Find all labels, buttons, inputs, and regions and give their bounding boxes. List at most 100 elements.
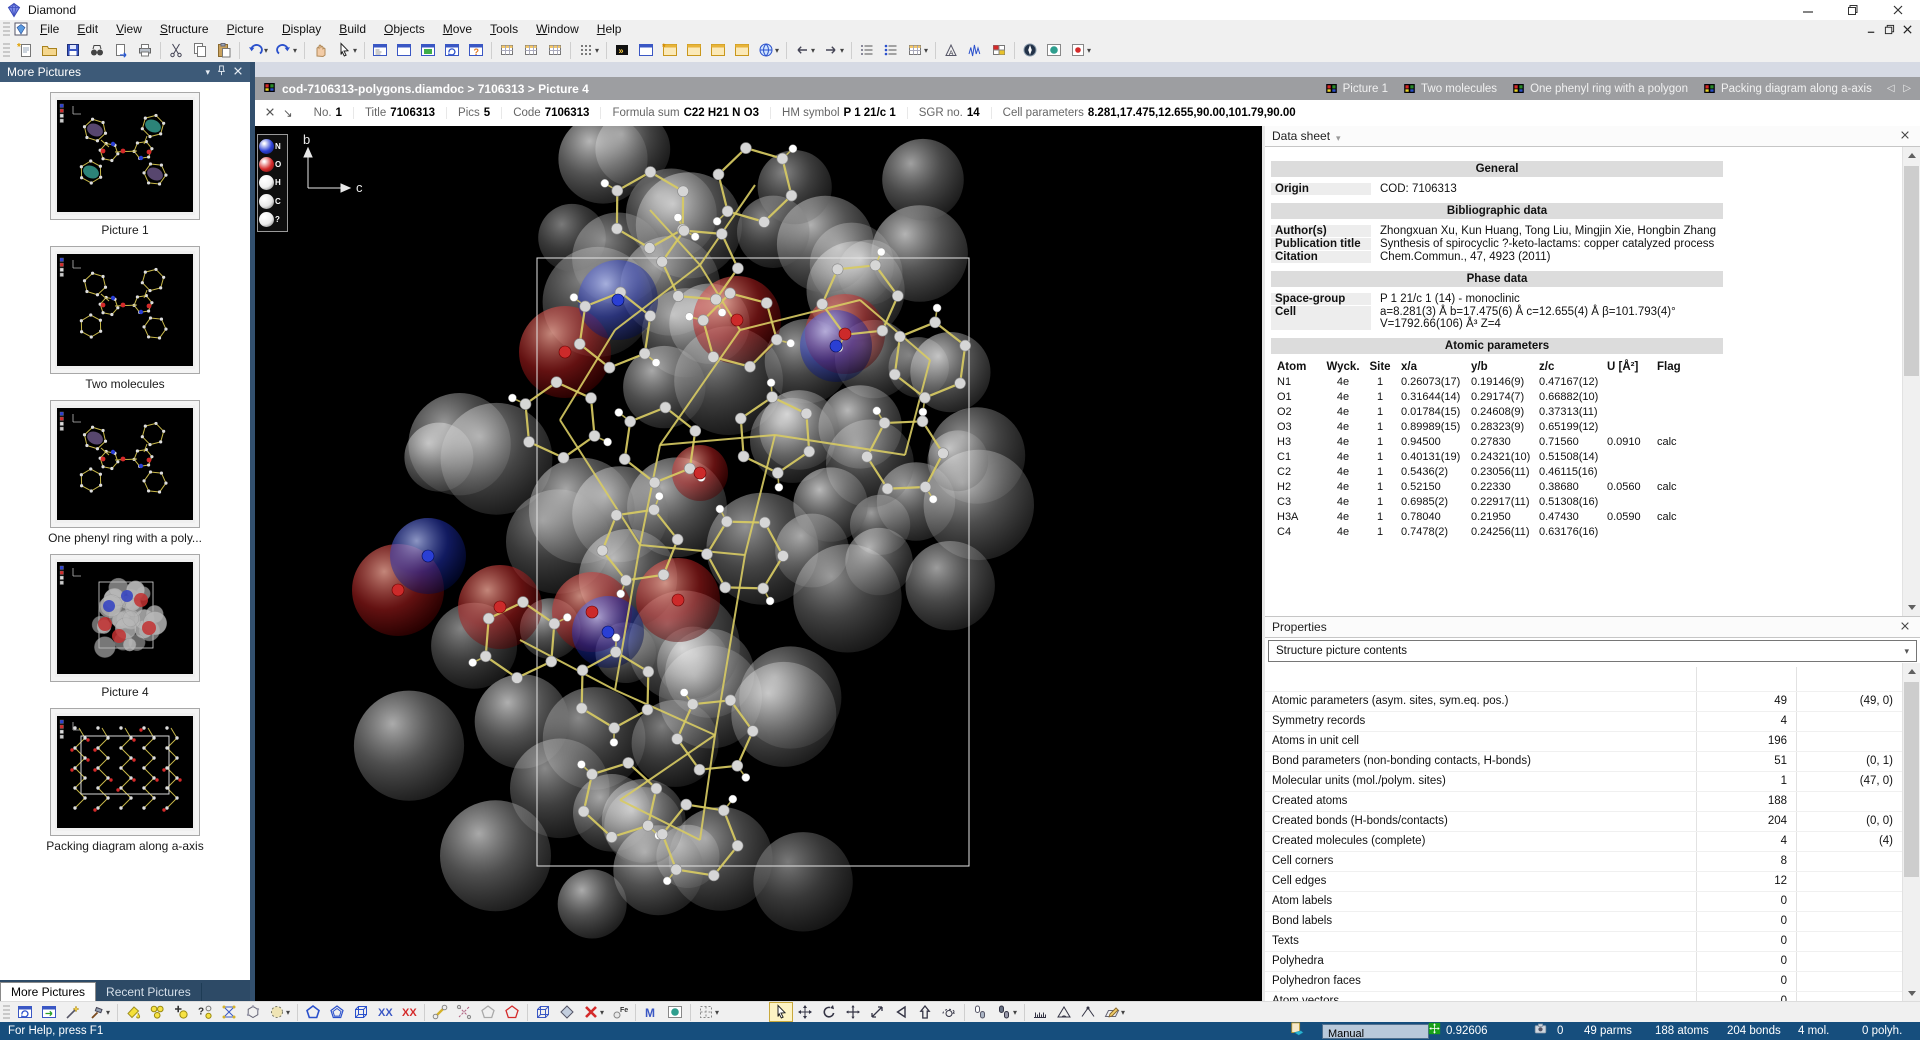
panel-close-icon[interactable]: [233, 65, 243, 79]
properties-close-icon[interactable]: [1897, 620, 1913, 634]
update-window-icon[interactable]: [440, 39, 464, 62]
picture-tab-4[interactable]: Packing diagram along a-axis: [1703, 82, 1872, 95]
unit-cell-icon[interactable]: [531, 1002, 555, 1022]
measure-dihedral-icon[interactable]: [1076, 1002, 1100, 1022]
mdi-minimize-button[interactable]: [1862, 21, 1880, 37]
picture-window-icon[interactable]: [416, 39, 440, 62]
tilt-left-icon[interactable]: [889, 1002, 913, 1022]
picture-tab-3[interactable]: One phenyl ring with a polygon: [1512, 82, 1688, 95]
restore-button[interactable]: [1830, 0, 1875, 20]
redo-icon-dropdown[interactable]: ▾: [293, 46, 301, 55]
open-icon[interactable]: [37, 39, 61, 62]
measure-distance-icon[interactable]: [1028, 1002, 1052, 1022]
angles-table-icon[interactable]: [543, 39, 567, 62]
menu-picture[interactable]: Picture: [218, 21, 273, 38]
colored-table-icon[interactable]: [987, 39, 1011, 62]
connect-atoms-icon[interactable]: [217, 1002, 241, 1022]
copy-icon[interactable]: [188, 39, 212, 62]
legend-O[interactable]: O: [259, 157, 286, 173]
close-datasheet-icon[interactable]: [265, 107, 275, 120]
navigate-forward-icon-dropdown[interactable]: ▾: [840, 46, 848, 55]
translate-mode-icon[interactable]: [841, 1002, 865, 1022]
molecules-icon[interactable]: [241, 1002, 265, 1022]
export-icon[interactable]: [109, 39, 133, 62]
tab-scroll-arrows[interactable]: ◁ ▷: [1887, 83, 1914, 94]
material-icon[interactable]: M: [639, 1002, 663, 1022]
help-window-icon[interactable]: ?: [464, 39, 488, 62]
data-sheet-scrollbar[interactable]: [1902, 147, 1920, 616]
drag-molecule-icon[interactable]: [968, 1002, 992, 1022]
list-view-icon[interactable]: [855, 39, 879, 62]
sidebar-tab-more-pictures[interactable]: More Pictures: [0, 982, 96, 1002]
create-bond-icon[interactable]: [428, 1002, 452, 1022]
mdi-restore-button[interactable]: [1880, 21, 1898, 37]
print-icon[interactable]: [133, 39, 157, 62]
sketch-plane-icon-dropdown[interactable]: ▾: [1121, 1008, 1129, 1017]
legend-N[interactable]: N: [259, 138, 286, 154]
picture-thumbnail-1[interactable]: Picture 1: [45, 92, 205, 237]
find-icon[interactable]: [85, 39, 109, 62]
copy-picture-icon[interactable]: [682, 39, 706, 62]
picture-thumbnail-2[interactable]: Two molecules: [45, 246, 205, 391]
ring-icon[interactable]: [476, 1002, 500, 1022]
polygon-filled-icon[interactable]: [325, 1002, 349, 1022]
sidebar-tab-recent-pictures[interactable]: Recent Pictures: [96, 983, 202, 1002]
drag-atom-icon-dropdown[interactable]: ▾: [1013, 1008, 1021, 1017]
remove-hbonds-icon[interactable]: XX: [397, 1002, 421, 1022]
rebuild-icon-dropdown[interactable]: ▾: [106, 1008, 114, 1017]
data-sheet-close-icon[interactable]: [1897, 129, 1913, 143]
expand-icon[interactable]: ↘: [283, 106, 293, 120]
navigation-window-icon[interactable]: [368, 39, 392, 62]
polygon-outline-icon[interactable]: [301, 1002, 325, 1022]
menu-help[interactable]: Help: [588, 21, 631, 38]
picture-tab-2[interactable]: Two molecules: [1403, 82, 1497, 95]
viewport-icon[interactable]: [1042, 39, 1066, 62]
panel-pin-icon[interactable]: [216, 65, 227, 79]
create-contact-icon[interactable]: [452, 1002, 476, 1022]
properties-scrollbar[interactable]: [1902, 663, 1920, 1002]
legend-C[interactable]: C: [259, 193, 286, 209]
menu-move[interactable]: Move: [434, 21, 481, 38]
menu-file[interactable]: File: [31, 21, 68, 38]
zoom-mode-icon[interactable]: [865, 1002, 889, 1022]
select-pointer-icon-dropdown[interactable]: ▾: [353, 46, 361, 55]
menu-window[interactable]: Window: [527, 21, 588, 38]
legend-H[interactable]: H: [259, 175, 286, 191]
polyhedron-icon[interactable]: [555, 1002, 579, 1022]
ring-red-icon[interactable]: [500, 1002, 524, 1022]
assistant-wand-icon[interactable]: [61, 1002, 85, 1022]
apply-scheme-icon[interactable]: [37, 1002, 61, 1022]
fill-color-icon[interactable]: [121, 1002, 145, 1022]
table-view-icon-dropdown[interactable]: ▾: [924, 46, 932, 55]
spin-icon[interactable]: [937, 1002, 961, 1022]
close-button[interactable]: [1875, 0, 1920, 20]
menu-display[interactable]: Display: [273, 21, 330, 38]
menu-objects[interactable]: Objects: [375, 21, 434, 38]
new-window-icon[interactable]: [392, 39, 416, 62]
add-all-atoms-icon[interactable]: [145, 1002, 169, 1022]
blank-picture-icon[interactable]: [634, 39, 658, 62]
picture-tab-1[interactable]: Picture 1: [1325, 82, 1388, 95]
duplicate-picture-icon[interactable]: [706, 39, 730, 62]
legend-unknown[interactable]: ?: [259, 212, 286, 228]
update-picture-icon[interactable]: [13, 1002, 37, 1022]
menu-tools[interactable]: Tools: [481, 21, 527, 38]
presentation-icon[interactable]: »: [610, 39, 634, 62]
grid-icon-dropdown[interactable]: ▾: [715, 1008, 723, 1017]
active-document-tab[interactable]: cod-7106313-polygons.diamdoc > 7106313 >…: [255, 81, 599, 97]
select-mode-icon[interactable]: [769, 1002, 793, 1022]
save-icon[interactable]: [61, 39, 85, 62]
coordination-sphere-icon-dropdown[interactable]: ▾: [286, 1008, 294, 1017]
tracking-icon-dropdown[interactable]: ▾: [1087, 46, 1095, 55]
undo-icon-dropdown[interactable]: ▾: [264, 46, 272, 55]
status-mode-field[interactable]: Manual: [1322, 1024, 1429, 1039]
distances-table-icon[interactable]: [519, 39, 543, 62]
complete-fragments-icon[interactable]: ?: [193, 1002, 217, 1022]
data-sheet-icon[interactable]: [495, 39, 519, 62]
atom-design-icon[interactable]: Fe: [608, 1002, 632, 1022]
menu-structure[interactable]: Structure: [151, 21, 218, 38]
powder-pattern-icon[interactable]: [963, 39, 987, 62]
shift-up-icon[interactable]: [913, 1002, 937, 1022]
paste-icon[interactable]: [212, 39, 236, 62]
menubar-grip[interactable]: [3, 22, 10, 36]
